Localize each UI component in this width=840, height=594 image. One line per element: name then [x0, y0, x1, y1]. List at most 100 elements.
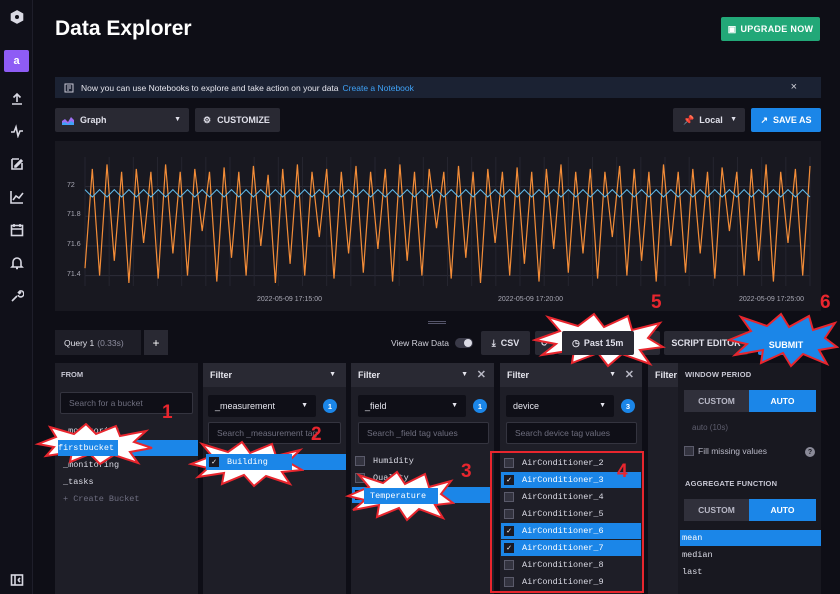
resize-handle[interactable] [428, 321, 446, 324]
pulse-icon[interactable] [8, 122, 25, 139]
collapse-icon[interactable] [8, 571, 25, 588]
help-icon[interactable]: ? [805, 447, 815, 457]
annotated-measurement-row: ✓ Building [206, 454, 292, 470]
custom-option[interactable]: CUSTOM [684, 499, 749, 521]
y-tick-label: 71.4 [67, 270, 81, 278]
page-title: Data Explorer [55, 17, 192, 40]
visualization-label: Graph [80, 115, 107, 125]
export-icon: ↗ [760, 114, 769, 125]
upgrade-button[interactable]: ▣ UPGRADE NOW [721, 17, 820, 41]
custom-option[interactable]: CUSTOM [684, 390, 749, 412]
filter-title: Filter [210, 370, 233, 380]
bucket-item[interactable]: _tasks [60, 474, 198, 490]
checkbox-icon[interactable] [355, 456, 365, 466]
chevron-down-icon: ▼ [609, 371, 616, 378]
checkbox-icon[interactable] [684, 446, 694, 456]
fill-missing-label: Fill missing values [698, 446, 767, 456]
tag-key-select[interactable]: device ▼ [506, 395, 614, 417]
wrench-icon[interactable] [8, 287, 25, 304]
filter-title: Filter [358, 370, 381, 380]
tag-value-label: Humidity [373, 456, 414, 466]
timezone-label: Local [699, 115, 723, 125]
aggregate-item[interactable]: median [680, 547, 821, 563]
edit-icon[interactable] [8, 155, 25, 172]
aggregate-item-selected[interactable]: mean [680, 530, 821, 546]
banner-close-icon[interactable]: × [791, 81, 797, 93]
annotation-number-4: 4 [617, 461, 628, 482]
selected-count-badge: 3 [621, 399, 635, 413]
from-title: FROM [61, 370, 84, 379]
selected-count-badge: 1 [323, 399, 337, 413]
chevron-down-icon: ▼ [599, 402, 606, 409]
view-raw-data-toggle[interactable]: View Raw Data [391, 338, 473, 348]
tag-search-input[interactable]: Search _field tag values [358, 422, 489, 444]
annotated-bucket-label: firstbucket [58, 440, 118, 456]
add-query-button[interactable]: + [144, 330, 168, 355]
close-icon[interactable]: ✕ [625, 368, 634, 381]
save-as-button[interactable]: ↗ SAVE AS [751, 108, 821, 132]
upload-icon[interactable] [8, 90, 25, 107]
window-period-toggle[interactable]: CUSTOM AUTO [684, 390, 816, 412]
fill-missing-checkbox[interactable]: Fill missing values [684, 446, 767, 456]
visualization-select[interactable]: Graph ▼ [55, 108, 189, 132]
filter-header[interactable]: Filter ▼ ✕ [351, 363, 494, 387]
csv-button[interactable]: ⤓ CSV [481, 331, 530, 355]
timezone-select[interactable]: 📌 Local ▼ [673, 108, 745, 132]
checkbox-checked-icon: ✓ [209, 457, 219, 467]
from-panel: FROM Search for a bucket _monitoring fir… [55, 363, 198, 594]
filter-header[interactable]: Filter ▼ [203, 363, 346, 387]
tag-search-input[interactable]: Search device tag values [506, 422, 637, 444]
create-notebook-link[interactable]: Create a Notebook [343, 83, 414, 93]
avatar[interactable]: a [4, 50, 29, 72]
tag-key-select[interactable]: _field ▼ [358, 395, 466, 417]
left-nav: a [0, 0, 33, 594]
close-icon[interactable]: ✕ [477, 368, 486, 381]
customize-label: CUSTOMIZE [217, 115, 270, 125]
window-period-panel: WINDOW PERIOD CUSTOM AUTO auto (10s) Fil… [678, 363, 821, 594]
selected-count-badge: 1 [473, 399, 487, 413]
aggregate-item[interactable]: last [680, 564, 821, 580]
calendar-icon[interactable] [8, 221, 25, 238]
tag-key-label: device [513, 401, 540, 411]
bell-icon[interactable] [8, 254, 25, 271]
query-tab-label: Query 1 [64, 337, 95, 348]
annotation-number-6: 6 [820, 292, 831, 313]
query-tab[interactable]: Query 1 (0.33s) [55, 330, 141, 355]
auto-option[interactable]: AUTO [749, 390, 816, 412]
chevron-down-icon: ▼ [461, 371, 468, 378]
upgrade-label: UPGRADE NOW [740, 24, 814, 34]
x-tick-label: 2022-05-09 17:15:00 [257, 296, 322, 303]
chevron-down-icon: ▼ [730, 116, 737, 123]
chevron-down-icon: ▼ [301, 402, 308, 409]
graph-icon [62, 116, 74, 125]
view-raw-label: View Raw Data [391, 338, 449, 348]
toggle-switch[interactable] [454, 338, 473, 348]
tag-key-select[interactable]: _measurement ▼ [208, 395, 316, 417]
annotated-time-range: ◷ Past 15m [562, 331, 634, 355]
aggregate-toggle[interactable]: CUSTOM AUTO [684, 499, 816, 521]
logo-icon[interactable] [8, 8, 25, 25]
annotated-time-label: Past 15m [583, 338, 624, 348]
annotation-number-5: 5 [651, 292, 662, 313]
y-tick-label: 71.6 [67, 240, 81, 248]
gear-icon: ⚙ [203, 114, 212, 125]
tag-key-label: _measurement [215, 401, 276, 411]
annotated-submit: SUBMIT [768, 340, 804, 350]
filter-title: Filter [655, 370, 678, 380]
x-tick-label: 2022-05-09 17:25:00 [739, 296, 804, 303]
notebook-banner: Now you can use Notebooks to explore and… [55, 77, 821, 98]
bucket-search-input[interactable]: Search for a bucket [60, 392, 193, 414]
tag-key-label: _field [365, 401, 387, 411]
aggregate-function-title: AGGREGATE FUNCTION [685, 479, 778, 488]
filter-title: Filter [507, 370, 530, 380]
annotated-field-label: Temperature [364, 488, 438, 504]
customize-button[interactable]: ⚙ CUSTOMIZE [195, 108, 280, 132]
create-bucket-link[interactable]: + Create Bucket [60, 491, 198, 507]
x-tick-label: 2022-05-09 17:20:00 [498, 296, 563, 303]
chevron-down-icon: ▼ [329, 371, 336, 378]
line-chart[interactable]: 72 71.8 71.6 71.4 2022-05-09 17:15:00 2022-0… [55, 141, 821, 311]
filter-panel-empty: Filter [648, 363, 680, 594]
auto-option[interactable]: AUTO [749, 499, 816, 521]
query-duration: (0.33s) [97, 337, 124, 348]
chart-icon[interactable] [8, 188, 25, 205]
